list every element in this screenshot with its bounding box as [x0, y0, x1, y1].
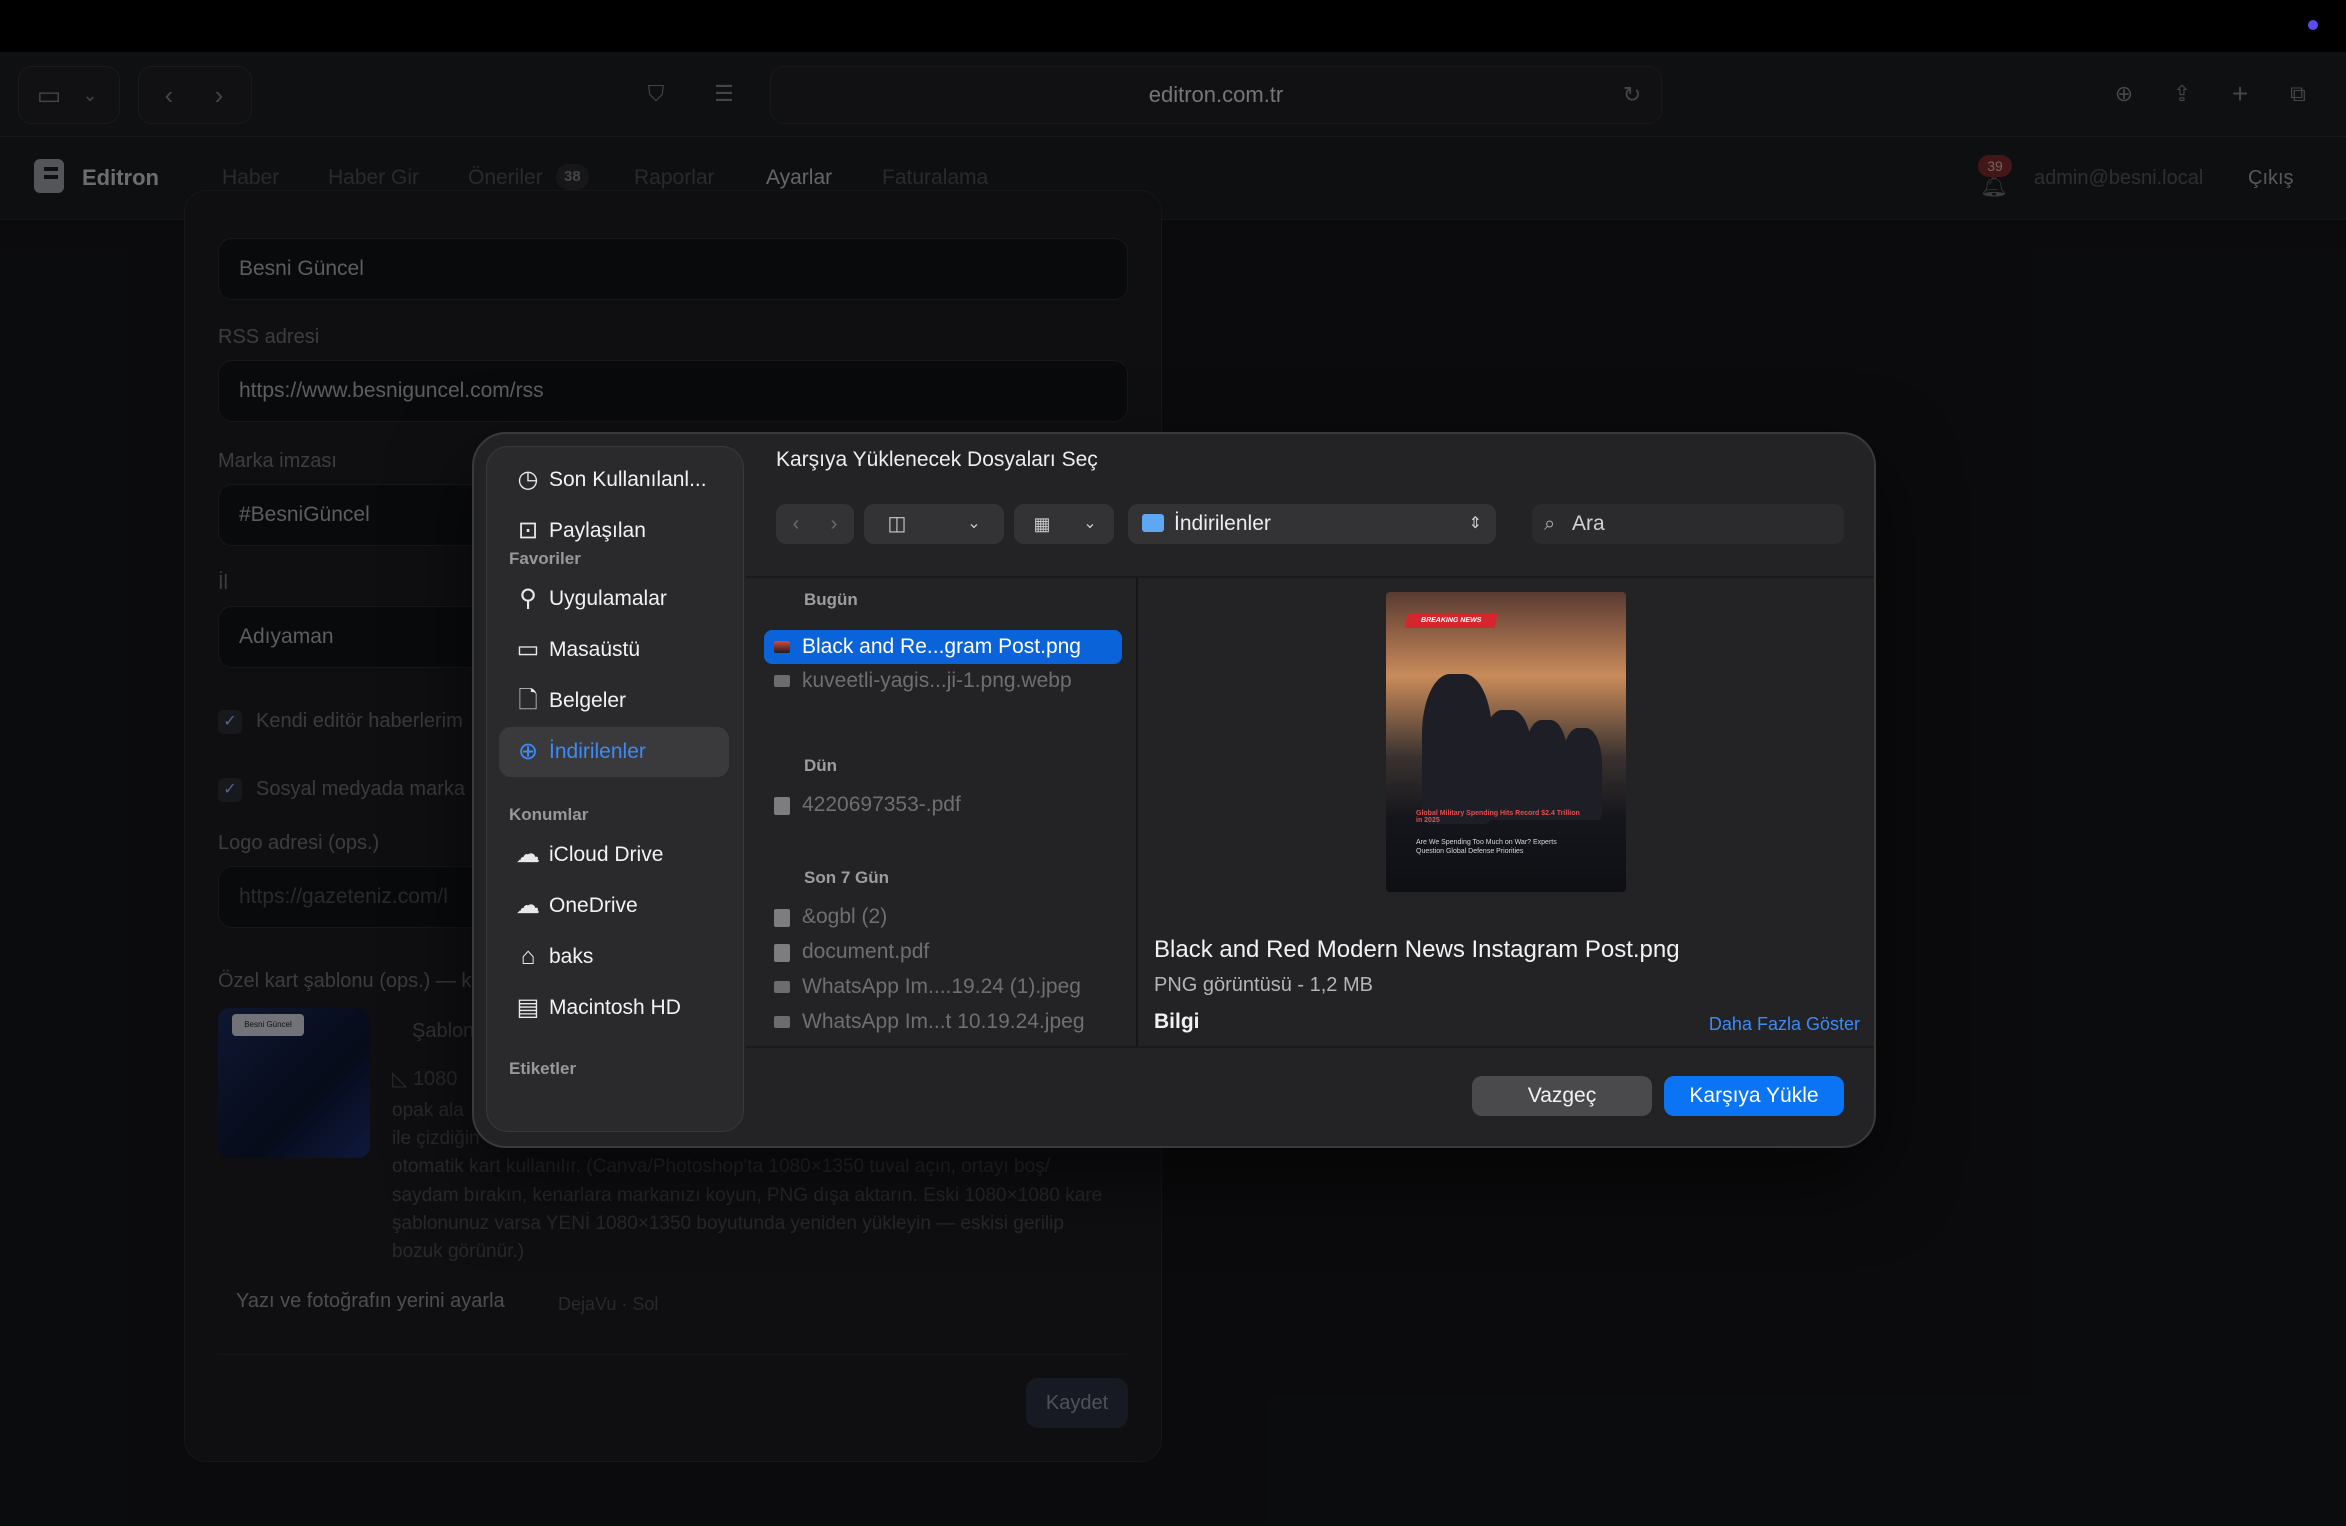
file-row[interactable]: Black and Re...gram Post.png	[764, 630, 1122, 664]
finder-sidebar: ◷ Son Kullanılanl... ⊡ Paylaşılan Favori…	[486, 446, 744, 1132]
view-mode-select[interactable]: ◫ ⌄	[864, 504, 1004, 544]
history-nav: ‹ ›	[776, 504, 854, 544]
sidebar-item-label: İndirilenler	[549, 740, 646, 763]
group-yesterday: Dün	[804, 756, 838, 775]
group-last-7-days: Son 7 Gün	[804, 868, 889, 887]
file-name: 4220697353-.pdf	[802, 793, 961, 816]
file-name: Black and Re...gram Post.png	[802, 635, 1081, 658]
file-row[interactable]: WhatsApp Im...t 10.19.24.jpeg	[764, 1005, 1122, 1039]
up-down-chevron-icon: ⇕	[1468, 515, 1482, 532]
location-select[interactable]: İndirilenler ⇕	[1128, 504, 1496, 544]
cancel-button[interactable]: Vazgeç	[1472, 1076, 1652, 1116]
file-name: kuveetli-yagis...ji-1.png.webp	[802, 669, 1072, 692]
grid-icon: ▦	[1033, 514, 1051, 534]
sidebar-item-onedrive[interactable]: ☁︎ OneDrive	[499, 881, 729, 931]
file-picker-dialog: ◷ Son Kullanılanl... ⊡ Paylaşılan Favori…	[472, 432, 1876, 1148]
group-mode-select[interactable]: ▦ ⌄	[1014, 504, 1114, 544]
sidebar-item-label: Son Kullanılanl...	[549, 468, 707, 491]
divider	[1136, 578, 1138, 1048]
preview-badge: BREAKING NEWS	[1404, 614, 1498, 628]
location-label: İndirilenler	[1174, 512, 1271, 535]
sidebar-item-macintosh-hd[interactable]: ▤ Macintosh HD	[499, 983, 729, 1033]
clock-icon: ◷	[517, 466, 539, 493]
sidebar-item-recent[interactable]: ◷ Son Kullanılanl...	[499, 455, 729, 505]
sidebar-item-desktop[interactable]: ▭ Masaüstü	[499, 625, 729, 675]
back-icon[interactable]: ‹	[778, 504, 814, 544]
cloud-icon: ☁︎	[516, 841, 540, 868]
sidebar-item-label: OneDrive	[549, 894, 638, 917]
file-row[interactable]: WhatsApp Im....19.24 (1).jpeg	[764, 970, 1122, 1004]
preview-file-kind: PNG görüntüsü - 1,2 MB	[1154, 974, 1373, 996]
locations-section-title: Konumlar	[509, 805, 589, 824]
folder-icon	[1142, 514, 1164, 532]
preview-headline: Global Military Spending Hits Record $2.…	[1416, 810, 1580, 824]
status-dot	[2308, 20, 2318, 30]
sidebar-item-home[interactable]: ⌂ baks	[499, 932, 729, 982]
file-row[interactable]: kuveetli-yagis...ji-1.png.webp	[764, 664, 1122, 698]
dialog-title: Karşıya Yüklenecek Dosyaları Seç	[776, 448, 1098, 471]
file-name: WhatsApp Im...t 10.19.24.jpeg	[802, 1010, 1085, 1033]
system-bar	[0, 0, 2346, 52]
file-name: WhatsApp Im....19.24 (1).jpeg	[802, 975, 1081, 998]
sidebar-item-label: Belgeler	[549, 689, 627, 712]
chevron-down-icon: ⌄	[1083, 515, 1097, 532]
divider	[746, 1046, 1874, 1048]
apps-icon: ⚲	[519, 585, 537, 612]
file-name: document.pdf	[802, 940, 930, 963]
file-row[interactable]: &ogbl (2)	[764, 900, 1122, 934]
file-row[interactable]: 4220697353-.pdf	[764, 788, 1122, 822]
preview-file-name: Black and Red Modern News Instagram Post…	[1154, 936, 1680, 963]
home-icon: ⌂	[520, 943, 536, 970]
preview-subline: Are We Spending Too Much on War? Experts…	[1416, 839, 1557, 855]
sidebar-item-applications[interactable]: ⚲ Uygulamalar	[499, 574, 729, 624]
image-file-icon	[774, 641, 790, 653]
document-icon	[774, 909, 790, 927]
show-more-link[interactable]: Daha Fazla Göster	[1709, 1014, 1860, 1035]
chevron-down-icon: ⌄	[967, 515, 981, 532]
group-today: Bugün	[804, 590, 858, 609]
document-icon	[774, 944, 790, 962]
document-icon	[774, 797, 790, 815]
document-icon: 🗋︎	[518, 687, 538, 714]
desktop-icon: ▭	[516, 636, 540, 663]
sidebar-item-label: iCloud Drive	[549, 843, 664, 866]
preview-info-title: Bilgi	[1154, 1010, 1200, 1033]
sidebar-item-documents[interactable]: 🗋︎ Belgeler	[499, 676, 729, 726]
search-input[interactable]: ⌕ Ara	[1532, 504, 1844, 544]
sidebar-item-downloads[interactable]: ⊕ İndirilenler	[499, 727, 729, 777]
sidebar-item-icloud[interactable]: ☁︎ iCloud Drive	[499, 830, 729, 880]
download-icon: ⊕	[517, 738, 539, 765]
image-file-icon	[774, 675, 790, 687]
disk-icon: ▤	[516, 994, 540, 1021]
sidebar-item-label: Macintosh HD	[549, 996, 681, 1019]
upload-button[interactable]: Karşıya Yükle	[1664, 1076, 1844, 1116]
file-name: &ogbl (2)	[802, 905, 888, 928]
columns-view-icon: ◫	[887, 513, 907, 535]
sidebar-item-label: Masaüstü	[549, 638, 641, 661]
tags-section-title: Etiketler	[509, 1059, 577, 1078]
divider	[746, 576, 1874, 578]
file-preview-image: BREAKING NEWS Global Military Spending H…	[1386, 592, 1626, 892]
search-placeholder: Ara	[1572, 512, 1605, 535]
sidebar-item-label: baks	[549, 945, 594, 968]
onedrive-icon: ☁︎	[516, 892, 540, 919]
favorites-section-title: Favoriler	[509, 549, 581, 568]
preview-figure	[1562, 728, 1602, 820]
search-icon: ⌕	[1544, 513, 1556, 535]
forward-icon[interactable]: ›	[816, 504, 852, 544]
file-row[interactable]: document.pdf	[764, 935, 1122, 969]
image-file-icon	[774, 1016, 790, 1028]
image-file-icon	[774, 981, 790, 993]
sidebar-item-label: Uygulamalar	[549, 587, 667, 610]
